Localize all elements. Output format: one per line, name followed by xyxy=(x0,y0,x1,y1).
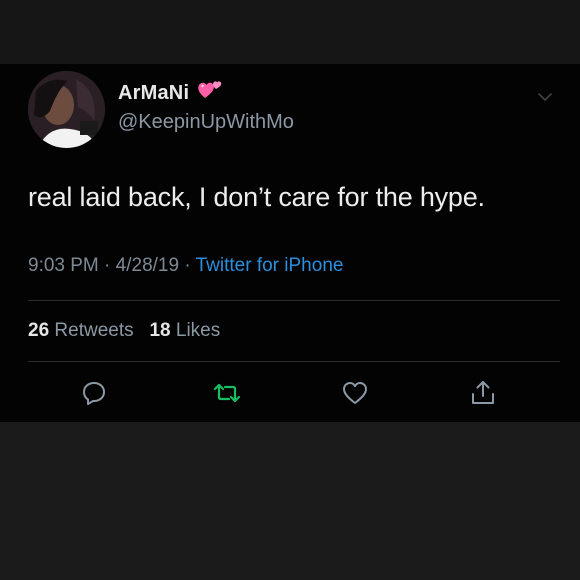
retweet-button[interactable] xyxy=(212,380,242,410)
divider xyxy=(28,300,560,301)
bottom-letterbox xyxy=(0,422,580,580)
retweet-arrows-icon xyxy=(213,381,241,410)
tweet-text: real laid back, I don’t care for the hyp… xyxy=(28,182,485,212)
tweet-card: ArMaNi @KeepinUpWithMo real laid back, I… xyxy=(0,64,580,422)
like-count: 18 xyxy=(149,320,171,341)
divider xyxy=(28,361,560,362)
name-row: ArMaNi xyxy=(118,81,223,105)
retweet-count: 26 xyxy=(28,320,50,341)
tweet-time[interactable]: 9:03 PM xyxy=(28,255,99,276)
like-button[interactable] xyxy=(340,380,370,410)
meta-separator: · xyxy=(104,255,111,276)
tweet-meta: 9:03 PM · 4/28/19 · Twitter for iPhone xyxy=(28,255,343,277)
display-name[interactable]: ArMaNi xyxy=(118,82,189,105)
like-label: Likes xyxy=(175,320,221,341)
engagement-stats: 26 Retweets 18 Likes xyxy=(28,320,220,342)
speech-bubble-icon xyxy=(81,380,107,411)
share-upload-icon xyxy=(470,379,496,412)
meta-separator: · xyxy=(184,255,191,276)
handle[interactable]: @KeepinUpWithMo xyxy=(118,111,294,134)
chevron-down-icon[interactable] xyxy=(537,89,553,107)
tweet-source-link[interactable]: Twitter for iPhone xyxy=(196,255,344,276)
top-letterbox xyxy=(0,0,580,64)
share-button[interactable] xyxy=(468,380,498,410)
retweets-stat[interactable]: 26 Retweets xyxy=(28,320,134,341)
avatar[interactable] xyxy=(28,71,105,148)
reply-button[interactable] xyxy=(79,380,109,410)
tweet-date[interactable]: 4/28/19 xyxy=(116,255,179,276)
likes-stat[interactable]: 18 Likes xyxy=(149,320,220,341)
retweet-label: Retweets xyxy=(54,320,134,341)
two-hearts-emoji-icon xyxy=(197,78,223,105)
heart-outline-icon xyxy=(341,380,369,411)
